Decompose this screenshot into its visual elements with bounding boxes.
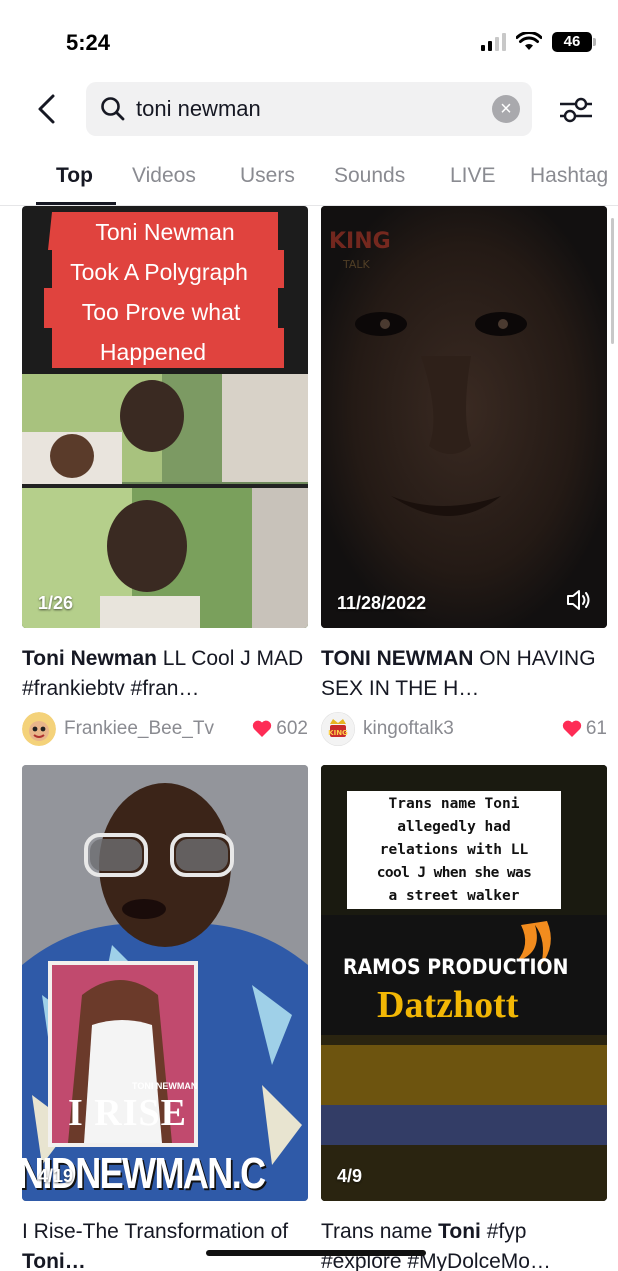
like-count: 61 [562, 718, 607, 740]
video-meta: Frankiee_Bee_Tv 602 [22, 712, 308, 746]
video-caption[interactable]: Trans name Toni #fyp #explore #MyDolceMo… [321, 1217, 607, 1271]
video-caption[interactable]: TONI NEWMAN ON HAVING SEX IN THE H… [321, 644, 607, 704]
battery-indicator: 46 [552, 32, 596, 52]
heart-icon [253, 720, 272, 737]
video-caption[interactable]: I Rise-The Transformation of Toni… [22, 1217, 308, 1271]
status-time: 5:24 [66, 30, 111, 55]
video-result-card[interactable]: Trans name Toni allegedly had relations … [321, 765, 607, 1271]
caption-highlight: Toni Newman [22, 647, 157, 670]
video-result-card[interactable]: Toni Newman Took A Polygraph Too Prove w… [22, 206, 308, 746]
active-tab-indicator [36, 202, 116, 205]
overlay-line: Too Prove what [82, 299, 241, 325]
book-author: TONI NEWMAN [132, 1081, 198, 1091]
filter-icon[interactable] [558, 96, 594, 124]
overlay-line: cool J when she was [376, 865, 532, 881]
video-result-card[interactable]: KING TALK 11/28/2022 TONI NEWMAN ON HAVI… [321, 206, 607, 746]
title-overlay: Toni Newman Took A Polygraph Too Prove w… [44, 212, 284, 368]
video-label: 4/19 [38, 1166, 74, 1186]
tab-videos[interactable]: Videos [132, 164, 196, 188]
search-tabs: Top Videos Users Sounds LIVE Hashtag [0, 160, 618, 206]
search-input[interactable]: toni newman × [86, 82, 532, 136]
author-name[interactable]: Frankiee_Bee_Tv [64, 718, 252, 740]
like-count-value: 61 [585, 718, 607, 739]
video-result-card[interactable]: TONI NEWMAN I RISE NIDNEWMAN.C 4/19 I Ri… [22, 765, 308, 1271]
avatar[interactable]: KING [321, 712, 355, 746]
thumbnail-image: KING TALK [321, 206, 607, 628]
overlay-line: relations with LL [379, 842, 529, 858]
author-name[interactable]: kingoftalk3 [363, 718, 562, 740]
production-text: RAMOS PRODUCTION [343, 955, 569, 979]
video-thumbnail[interactable]: TONI NEWMAN I RISE NIDNEWMAN.C 4/19 [22, 765, 308, 1201]
video-thumbnail[interactable]: KING TALK 11/28/2022 [321, 206, 607, 628]
video-thumbnail[interactable]: Toni Newman Took A Polygraph Too Prove w… [22, 206, 308, 628]
tab-users[interactable]: Users [240, 164, 295, 188]
cellular-signal-icon [481, 33, 506, 51]
video-label: 4/9 [337, 1166, 363, 1186]
search-query: toni newman [136, 96, 261, 121]
thumbnail-image [22, 765, 308, 1201]
overlay-line: allegedly had [397, 819, 511, 835]
status-bar: 5:24 46 [0, 0, 618, 80]
video-meta: KING kingoftalk3 61 [321, 712, 607, 746]
tab-hashtags[interactable]: Hashtag [530, 164, 608, 188]
like-count-value: 602 [276, 718, 308, 739]
caption-highlight: Toni [438, 1220, 481, 1243]
video-caption[interactable]: Toni Newman LL Cool J MAD #frankiebtv #f… [22, 644, 308, 704]
overlay-line: Trans name Toni [388, 796, 520, 812]
search-icon [101, 97, 125, 121]
wifi-icon [516, 32, 542, 50]
home-indicator[interactable] [206, 1250, 426, 1256]
svg-text:TALK: TALK [342, 258, 371, 271]
overlay-line: a street walker [388, 888, 520, 904]
clear-search-icon[interactable]: × [492, 95, 520, 123]
svg-text:KING: KING [329, 229, 391, 254]
scrollbar[interactable] [611, 218, 614, 344]
caption-text: Trans name [321, 1220, 439, 1243]
overlay-line: Took A Polygraph [70, 259, 248, 285]
overlay-line: Toni Newman [95, 219, 234, 245]
search-row: toni newman × [0, 82, 618, 136]
avatar[interactable] [22, 712, 56, 746]
status-icons: 46 [481, 32, 596, 52]
brand-text: Datzhott [377, 984, 519, 1026]
tab-top[interactable]: Top [56, 164, 93, 188]
svg-text:KING: KING [328, 729, 348, 737]
caption-highlight: Toni… [22, 1250, 86, 1271]
tab-live[interactable]: LIVE [450, 164, 496, 188]
overlay-text-box: Trans name Toni allegedly had relations … [347, 791, 561, 909]
caption-highlight: TONI NEWMAN [321, 647, 474, 670]
video-label: 1/26 [38, 593, 74, 613]
overlay-line: Happened [100, 339, 206, 365]
caption-text: I Rise-The Transformation of [22, 1220, 289, 1243]
book-title: I RISE [68, 1092, 187, 1134]
volume-icon[interactable] [565, 588, 593, 612]
video-thumbnail[interactable]: Trans name Toni allegedly had relations … [321, 765, 607, 1201]
tab-sounds[interactable]: Sounds [334, 164, 405, 188]
back-arrow-icon[interactable] [32, 92, 62, 126]
like-count: 602 [252, 718, 308, 740]
heart-icon [562, 720, 582, 737]
video-label: 11/28/2022 [337, 593, 427, 613]
